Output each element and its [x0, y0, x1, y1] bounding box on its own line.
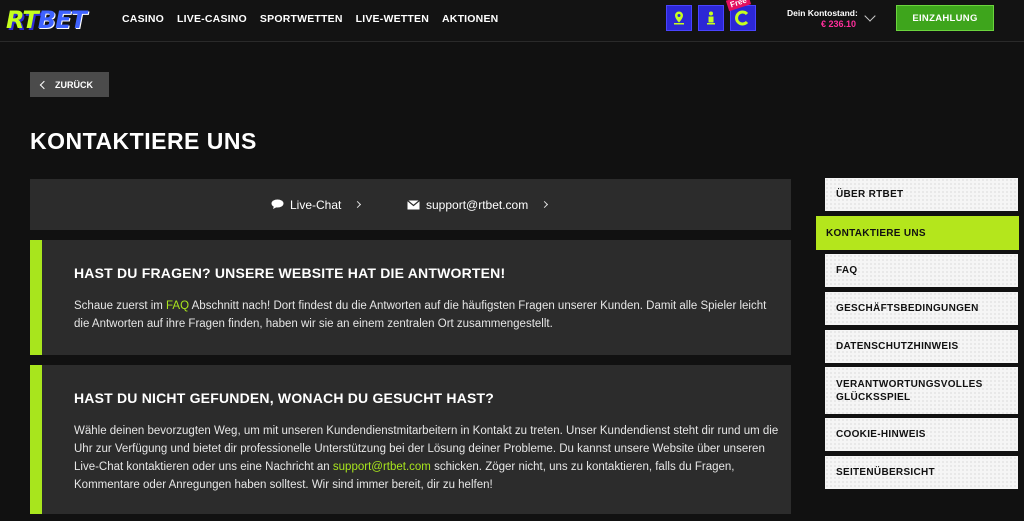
logo-part-rt: RT [6, 6, 39, 34]
sidebar-item-verantwortungsvolles-gluecksspiel[interactable]: VERANTWORTUNGSVOLLES GLÜCKSSPIEL [825, 367, 1018, 414]
section-text: Wähle deinen bevorzugten Weg, um mit uns… [74, 425, 779, 491]
chevron-left-icon [39, 80, 49, 89]
live-chat-label: Live-Chat [290, 197, 342, 212]
back-label: ZURÜCK [55, 79, 93, 90]
section-title: HAST DU NICHT GEFUNDEN, WONACH DU GESUCH… [74, 390, 495, 406]
contact-info-section: HAST DU NICHT GEFUNDEN, WONACH DU GESUCH… [30, 365, 791, 514]
balance-label: Dein Kontostand: [787, 8, 858, 18]
email-label: support@rtbet.com [426, 197, 529, 212]
live-chat-link[interactable]: Live-Chat [271, 179, 362, 230]
sidebar-item-seitenuebersicht[interactable]: SEITENÜBERSICHT [825, 456, 1018, 489]
chat-bubble-icon [271, 199, 284, 209]
back-button[interactable]: ZURÜCK [30, 72, 109, 97]
balance-value: € 236.10 [821, 19, 857, 29]
main-nav: CASINO LIVE-CASINO SPORTWETTEN LIVE-WETT… [122, 0, 498, 38]
sidebar-item-cookie-hinweis[interactable]: COOKIE-HINWEIS [825, 418, 1018, 451]
envelope-icon [407, 199, 420, 209]
section-text: Schaue zuerst im FAQ Abschnitt nach! Dor… [74, 300, 767, 330]
map-pin-icon[interactable] [666, 5, 692, 31]
chevron-right-icon [541, 200, 549, 209]
logo-part-bet: BET [37, 6, 87, 34]
nav-aktionen[interactable]: AKTIONEN [442, 13, 498, 25]
chevron-down-icon[interactable] [864, 10, 876, 22]
rtbet-logo[interactable]: RT BET [6, 5, 87, 35]
sidebar-item-kontaktiere-uns[interactable]: KONTAKTIERE UNS [816, 216, 1019, 250]
nav-casino[interactable]: CASINO [122, 13, 164, 25]
deposit-button[interactable]: EINZAHLUNG [896, 5, 994, 31]
page-title: KONTAKTIERE UNS [30, 128, 257, 154]
faq-link[interactable]: FAQ [166, 300, 189, 312]
faq-info-section: HAST DU FRAGEN? UNSERE WEBSITE HAT DIE A… [30, 240, 791, 355]
section-title: HAST DU FRAGEN? UNSERE WEBSITE HAT DIE A… [74, 265, 506, 281]
nav-sportwetten[interactable]: SPORTWETTEN [260, 13, 343, 25]
email-link[interactable]: support@rtbet.com [407, 179, 549, 230]
sidebar-item-datenschutzhinweis[interactable]: DATENSCHUTZHINWEIS [825, 330, 1018, 363]
sidebar-item-faq[interactable]: FAQ [825, 254, 1018, 287]
info-person-icon[interactable] [698, 5, 724, 31]
sidebar-item-ueber-rtbet[interactable]: ÜBER RTBET [825, 178, 1018, 211]
top-header: RT BET CASINO LIVE-CASINO SPORTWETTEN LIV… [0, 0, 1024, 42]
nav-live-wetten[interactable]: LIVE-WETTEN [356, 13, 429, 25]
sidebar-item-geschaeftsbedingungen[interactable]: GESCHÄFTSBEDINGUNGEN [825, 292, 1018, 325]
nav-live-casino[interactable]: LIVE-CASINO [177, 13, 247, 25]
chevron-right-icon [354, 200, 362, 209]
support-email-link[interactable]: support@rtbet.com [333, 461, 431, 473]
contact-bar: Live-Chat support@rtbet.com [30, 179, 791, 230]
